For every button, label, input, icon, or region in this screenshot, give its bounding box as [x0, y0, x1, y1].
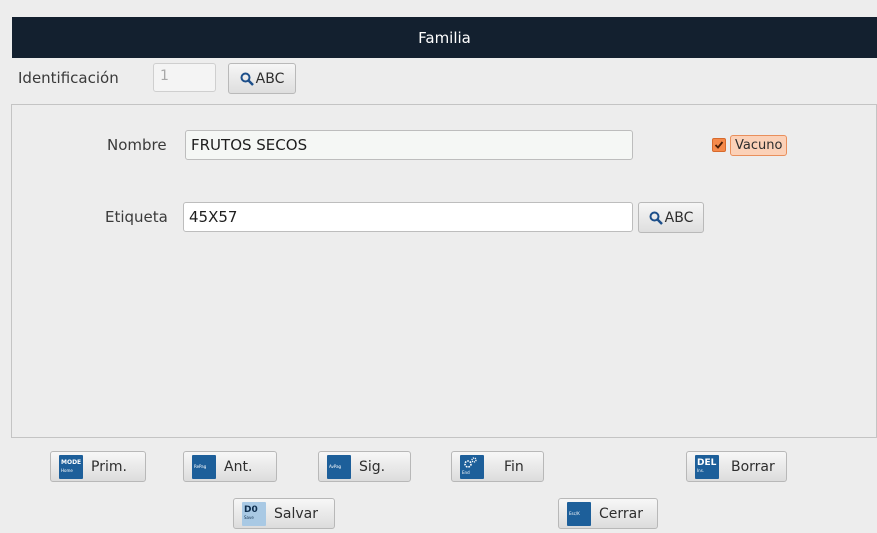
previous-record-button[interactable]: RePag Ant. [183, 451, 277, 482]
identification-row: Identificación 1 ABC [0, 60, 877, 100]
etiqueta-search-button[interactable]: ABC [638, 202, 704, 233]
search-icon [649, 211, 663, 225]
previous-record-label: Ant. [224, 458, 253, 475]
next-record-button[interactable]: AvPag Sig. [318, 451, 411, 482]
last-record-label: Fin [504, 458, 524, 475]
etiqueta-label: Etiqueta [105, 208, 168, 226]
identification-field[interactable]: 1 [153, 63, 216, 92]
last-record-button[interactable]: End Fin [451, 451, 544, 482]
next-record-label: Sig. [359, 458, 386, 475]
delete-button[interactable]: DEL Ins. Borrar [686, 451, 787, 482]
window-title: Familia [418, 28, 471, 47]
delete-label: Borrar [731, 458, 775, 475]
vacuno-checkbox[interactable]: Vacuno [712, 133, 788, 157]
save-label: Salvar [274, 505, 318, 522]
identification-label: Identificación [18, 69, 119, 87]
nombre-label: Nombre [107, 136, 167, 154]
etiqueta-search-label: ABC [664, 209, 694, 226]
first-record-button[interactable]: MODE Home Prim. [50, 451, 146, 482]
nombre-field[interactable]: FRUTOS SECOS [185, 130, 633, 160]
etiqueta-field[interactable]: 45X57 [183, 202, 633, 232]
first-record-label: Prim. [91, 458, 127, 475]
mode-home-key-icon: MODE Home [59, 454, 83, 479]
save-button[interactable]: D0 Save Salvar [233, 498, 335, 529]
esc-key-icon: Esc/K [567, 501, 591, 526]
close-label: Cerrar [599, 505, 643, 522]
identification-search-label: ABC [255, 70, 285, 87]
d0-save-key-icon: D0 Save [242, 501, 266, 526]
search-icon [240, 72, 254, 86]
gears-end-key-icon: End [460, 454, 484, 479]
vacuno-label: Vacuno [730, 134, 788, 156]
repag-key-icon: RePag [192, 454, 216, 479]
checkbox-checked-icon[interactable] [712, 138, 726, 152]
identification-search-button[interactable]: ABC [228, 63, 296, 94]
close-button[interactable]: Esc/K Cerrar [558, 498, 658, 529]
window-titlebar: Familia [12, 17, 877, 58]
del-ins-key-icon: DEL Ins. [695, 454, 719, 479]
avpag-key-icon: AvPag [327, 454, 351, 479]
